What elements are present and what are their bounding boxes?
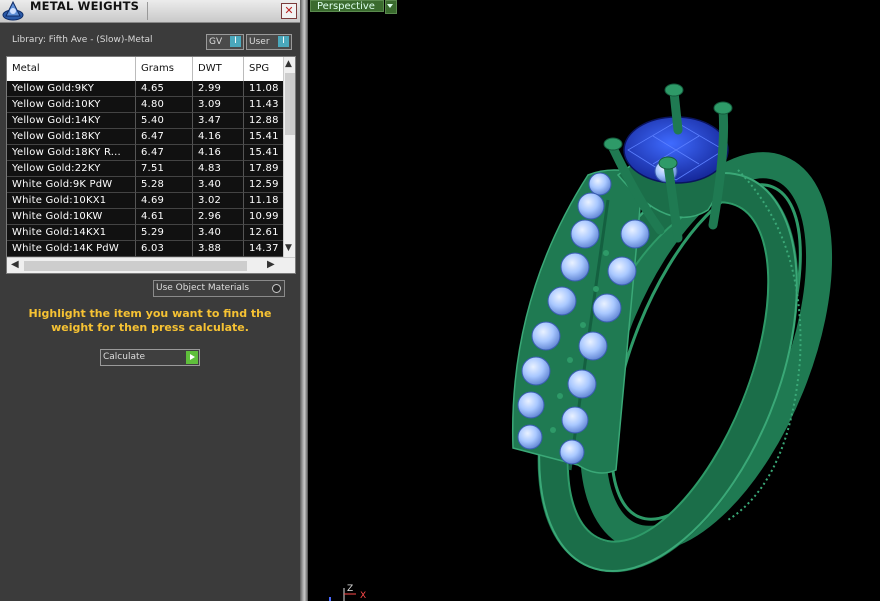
metal-cell: White Gold:14K PdW <box>7 241 136 257</box>
column-header-dwt[interactable]: DWT <box>193 57 244 81</box>
metal-cell: Yellow Gold:9KY <box>7 81 136 97</box>
toggle-knob-icon: I <box>230 36 241 47</box>
horizontal-scroll-thumb[interactable] <box>24 261 247 271</box>
panel-titlebar: METAL WEIGHTS ✕ <box>0 0 300 23</box>
dwt-cell: 4.16 <box>193 145 244 161</box>
dwt-cell: 3.09 <box>193 97 244 113</box>
spg-cell: 10.99 <box>244 209 283 225</box>
library-label: Library: Fifth Ave - (Slow)-Metal <box>12 35 153 45</box>
grams-cell: 4.80 <box>136 97 193 113</box>
grams-cell: 6.47 <box>136 145 193 161</box>
metal-cell: Yellow Gold:14KY <box>7 113 136 129</box>
grams-cell: 6.03 <box>136 241 193 257</box>
metal-cell: White Gold:14KX1 <box>7 225 136 241</box>
spg-cell: 12.59 <box>244 177 283 193</box>
calculate-label: Calculate <box>103 352 146 362</box>
toggle-knob-icon: I <box>278 36 289 47</box>
metal-cell: White Gold:9K PdW <box>7 177 136 193</box>
metal-cell: Yellow Gold:22KY <box>7 161 136 177</box>
dwt-cell: 3.47 <box>193 113 244 129</box>
calculate-button[interactable]: Calculate <box>100 349 200 366</box>
column-header-grams[interactable]: Grams <box>136 57 193 81</box>
table-row[interactable]: White Gold:14KX1 5.29 3.40 12.61 <box>7 225 283 241</box>
grams-cell: 5.28 <box>136 177 193 193</box>
grams-cell: 5.40 <box>136 113 193 129</box>
grams-cell: 6.47 <box>136 129 193 145</box>
view-mode-label[interactable]: Perspective <box>310 0 384 12</box>
instructions-text: Highlight the item you want to find the … <box>28 307 272 334</box>
grams-cell: 4.61 <box>136 209 193 225</box>
grams-cell: 4.69 <box>136 193 193 209</box>
dwt-cell: 3.88 <box>193 241 244 257</box>
spg-cell: 17.89 <box>244 161 283 177</box>
horizontal-scrollbar[interactable]: ◀ ▶ <box>7 257 295 273</box>
scroll-left-arrow-icon[interactable]: ◀ <box>11 259 19 270</box>
3d-viewport[interactable]: Perspective Z X <box>308 0 880 601</box>
grams-cell: 4.65 <box>136 81 193 97</box>
table-row[interactable]: Yellow Gold:14KY 5.40 3.47 12.88 <box>7 113 283 129</box>
metal-weights-table: Metal Grams DWT SPG Yellow Gold:9KY 4.65 2… <box>6 56 296 274</box>
table-row[interactable]: White Gold:10KW 4.61 2.96 10.99 <box>7 209 283 225</box>
use-object-materials-option[interactable]: Use Object Materials <box>153 280 285 297</box>
scroll-up-arrow-icon[interactable]: ▲ <box>285 59 292 69</box>
axis-x-label: X <box>360 591 366 601</box>
table-row[interactable]: Yellow Gold:18KY 6.47 4.16 15.41 <box>7 129 283 145</box>
spg-cell: 11.43 <box>244 97 283 113</box>
user-toggle[interactable]: User I <box>246 34 292 50</box>
table-row[interactable]: White Gold:10KX1 4.69 3.02 11.18 <box>7 193 283 209</box>
dwt-cell: 3.02 <box>193 193 244 209</box>
table-header: Metal Grams DWT SPG <box>7 57 283 82</box>
grams-cell: 5.29 <box>136 225 193 241</box>
spg-cell: 15.41 <box>244 129 283 145</box>
table-row[interactable]: Yellow Gold:9KY 4.65 2.99 11.08 <box>7 81 283 97</box>
table-body: Yellow Gold:9KY 4.65 2.99 11.08 Yellow Gold… <box>7 81 283 257</box>
table-row[interactable]: White Gold:14K PdW 6.03 3.88 14.37 <box>7 241 283 257</box>
spg-cell: 15.41 <box>244 145 283 161</box>
metal-weights-panel: METAL WEIGHTS ✕ Library: Fifth Ave - (Sl… <box>0 0 300 601</box>
close-button[interactable]: ✕ <box>281 3 297 19</box>
scroll-right-arrow-icon[interactable]: ▶ <box>267 259 275 270</box>
spg-cell: 12.61 <box>244 225 283 241</box>
dwt-cell: 4.83 <box>193 161 244 177</box>
metal-cell: Yellow Gold:18KY <box>7 129 136 145</box>
app-logo-icon <box>2 0 24 21</box>
table-row[interactable]: Yellow Gold:18KY R... 6.47 4.16 15.41 <box>7 145 283 161</box>
user-toggle-label: User <box>249 37 270 47</box>
vertical-scrollbar[interactable]: ▲ ▼ <box>283 57 295 257</box>
column-header-spg[interactable]: SPG <box>244 57 283 81</box>
dwt-cell: 4.16 <box>193 129 244 145</box>
dwt-cell: 2.99 <box>193 81 244 97</box>
spg-cell: 11.18 <box>244 193 283 209</box>
axis-z-label: Z <box>347 584 353 594</box>
table-row[interactable]: White Gold:9K PdW 5.28 3.40 12.59 <box>7 177 283 193</box>
spg-cell: 11.08 <box>244 81 283 97</box>
metal-cell: Yellow Gold:10KY <box>7 97 136 113</box>
ring-model[interactable] <box>308 0 880 601</box>
dwt-cell: 3.40 <box>193 177 244 193</box>
table-row[interactable]: Yellow Gold:10KY 4.80 3.09 11.43 <box>7 97 283 113</box>
scroll-down-arrow-icon[interactable]: ▼ <box>285 243 292 253</box>
play-arrow-icon <box>186 351 198 364</box>
spg-cell: 14.37 <box>244 241 283 257</box>
panel-splitter[interactable] <box>300 0 308 601</box>
radio-circle-icon[interactable] <box>272 284 281 293</box>
use-object-materials-label: Use Object Materials <box>156 283 250 293</box>
column-header-metal[interactable]: Metal <box>7 57 136 81</box>
dwt-cell: 3.40 <box>193 225 244 241</box>
dwt-cell: 2.96 <box>193 209 244 225</box>
metal-cell: White Gold:10KW <box>7 209 136 225</box>
view-mode-dropdown-icon[interactable] <box>385 0 397 14</box>
table-row[interactable]: Yellow Gold:22KY 7.51 4.83 17.89 <box>7 161 283 177</box>
metal-cell: Yellow Gold:18KY R... <box>7 145 136 161</box>
panel-title: METAL WEIGHTS <box>30 0 140 13</box>
gv-toggle-label: GV <box>209 37 223 47</box>
axis-gizmo-icon: Z X <box>329 584 366 601</box>
spg-cell: 12.88 <box>244 113 283 129</box>
title-separator <box>147 2 148 20</box>
gv-toggle[interactable]: GV I <box>206 34 244 50</box>
vertical-scroll-thumb[interactable] <box>285 73 295 135</box>
grams-cell: 7.51 <box>136 161 193 177</box>
metal-cell: White Gold:10KX1 <box>7 193 136 209</box>
